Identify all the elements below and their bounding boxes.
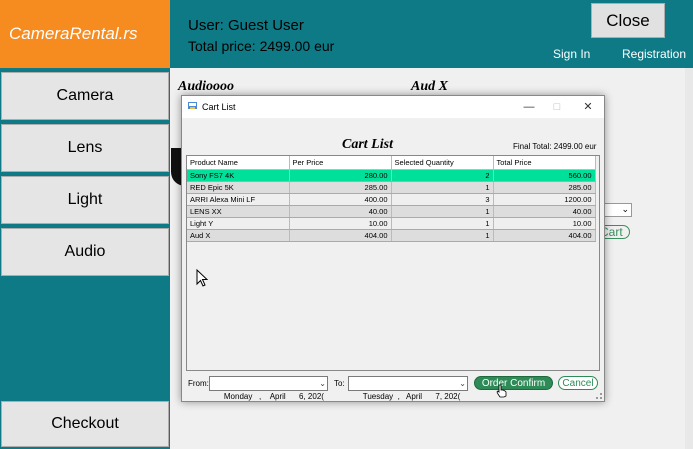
chevron-down-icon: ⌄ [621, 204, 629, 214]
cell-per-price: 400.00 [289, 193, 392, 206]
chevron-down-icon[interactable]: ⌄ [459, 377, 466, 390]
maximize-icon[interactable]: □ [549, 99, 565, 115]
cell-quantity: 1 [391, 181, 494, 194]
cell-total-price: 1200.00 [493, 193, 596, 206]
cell-total-price: 40.00 [493, 205, 596, 218]
dialog-titlebar: Cart List — □ ✕ [182, 96, 604, 118]
final-total-label: Final Total: 2499.00 eur [513, 142, 597, 151]
to-date-picker[interactable]: Tuesday , April 7, 202( ⌄ [348, 376, 468, 401]
chevron-down-icon[interactable]: ⌄ [319, 377, 326, 390]
cell-per-price: 404.00 [289, 229, 392, 242]
from-date-picker[interactable]: Monday , April 6, 202( ⌄ [209, 376, 328, 401]
logo-text: CameraRental.rs [9, 24, 138, 43]
table-row[interactable]: Aud X 404.00 1 404.00 [187, 229, 596, 242]
cell-total-price: 560.00 [493, 169, 596, 182]
dialog-title: Cart List [202, 102, 236, 112]
cell-product-name: LENS XX [187, 205, 290, 218]
order-confirm-button[interactable]: Order Confirm [474, 376, 553, 390]
cell-product-name: Light Y [187, 217, 290, 230]
minimize-icon[interactable]: — [521, 99, 537, 115]
table-row[interactable]: Sony FS7 4K 280.00 2 560.00 [187, 169, 596, 182]
cell-quantity: 3 [391, 193, 494, 206]
table-row[interactable]: LENS XX 40.00 1 40.00 [187, 205, 596, 218]
table-header-row: Product Name Per Price Selected Quantity… [187, 156, 596, 170]
to-label: To: [334, 379, 345, 388]
column-header-total-price[interactable]: Total Price [493, 156, 596, 170]
cell-total-price: 10.00 [493, 217, 596, 230]
sidebar-item-camera[interactable]: Camera [1, 72, 169, 120]
sidebar: Camera Lens Light Audio Checkout [0, 68, 170, 449]
close-button[interactable]: Close [591, 3, 665, 38]
cell-quantity: 1 [391, 229, 494, 242]
cell-quantity: 2 [391, 169, 494, 182]
column-header-quantity[interactable]: Selected Quantity [391, 156, 494, 170]
cell-per-price: 40.00 [289, 205, 392, 218]
cart-table: Product Name Per Price Selected Quantity… [187, 156, 596, 242]
sign-in-link[interactable]: Sign In [553, 47, 590, 61]
cart-grid[interactable]: Product Name Per Price Selected Quantity… [186, 155, 600, 371]
window-app-icon [188, 102, 197, 109]
from-label: From: [188, 379, 209, 388]
total-price-label: Total price: 2499.00 eur [188, 38, 335, 54]
table-row[interactable]: Light Y 10.00 1 10.00 [187, 217, 596, 230]
table-row[interactable]: RED Epic 5K 285.00 1 285.00 [187, 181, 596, 194]
cell-per-price: 285.00 [289, 181, 392, 194]
cancel-button[interactable]: Cancel [558, 376, 598, 390]
resize-grip[interactable] [596, 393, 602, 399]
table-row[interactable]: ARRI Alexa Mini LF 400.00 3 1200.00 [187, 193, 596, 206]
to-date-value: Tuesday , April 7, 202( [362, 392, 461, 401]
cell-total-price: 285.00 [493, 181, 596, 194]
sidebar-item-light[interactable]: Light [1, 176, 169, 224]
cart-list-heading: Cart List [342, 137, 393, 152]
sidebar-item-audio[interactable]: Audio [1, 228, 169, 276]
hand-pointer-icon [496, 384, 507, 398]
from-date-value: Monday , April 6, 202( [223, 392, 324, 401]
mouse-pointer-icon [196, 269, 208, 287]
sidebar-item-lens[interactable]: Lens [1, 124, 169, 172]
product-title-right: Aud X [411, 79, 448, 94]
app-logo: CameraRental.rs [0, 0, 170, 68]
cell-product-name: Aud X [187, 229, 290, 242]
column-header-per-price[interactable]: Per Price [289, 156, 392, 170]
checkout-button[interactable]: Checkout [1, 401, 169, 447]
column-header-product-name[interactable]: Product Name [187, 156, 290, 170]
user-label: User: Guest User [188, 17, 304, 34]
close-icon[interactable]: ✕ [580, 99, 596, 115]
cell-product-name: Sony FS7 4K [187, 169, 290, 182]
registration-link[interactable]: Registration [622, 47, 686, 61]
cell-quantity: 1 [391, 217, 494, 230]
cell-product-name: RED Epic 5K [187, 181, 290, 194]
cell-quantity: 1 [391, 205, 494, 218]
cell-total-price: 404.00 [493, 229, 596, 242]
main-scrollbar[interactable] [685, 68, 693, 449]
cell-per-price: 10.00 [289, 217, 392, 230]
product-title-left: Audioooo [178, 79, 235, 94]
cell-per-price: 280.00 [289, 169, 392, 182]
header-bar: User: Guest User Total price: 2499.00 eu… [170, 0, 693, 68]
cell-product-name: ARRI Alexa Mini LF [187, 193, 290, 206]
cart-list-dialog: Cart List — □ ✕ Cart List Final Total: 2… [181, 95, 605, 402]
